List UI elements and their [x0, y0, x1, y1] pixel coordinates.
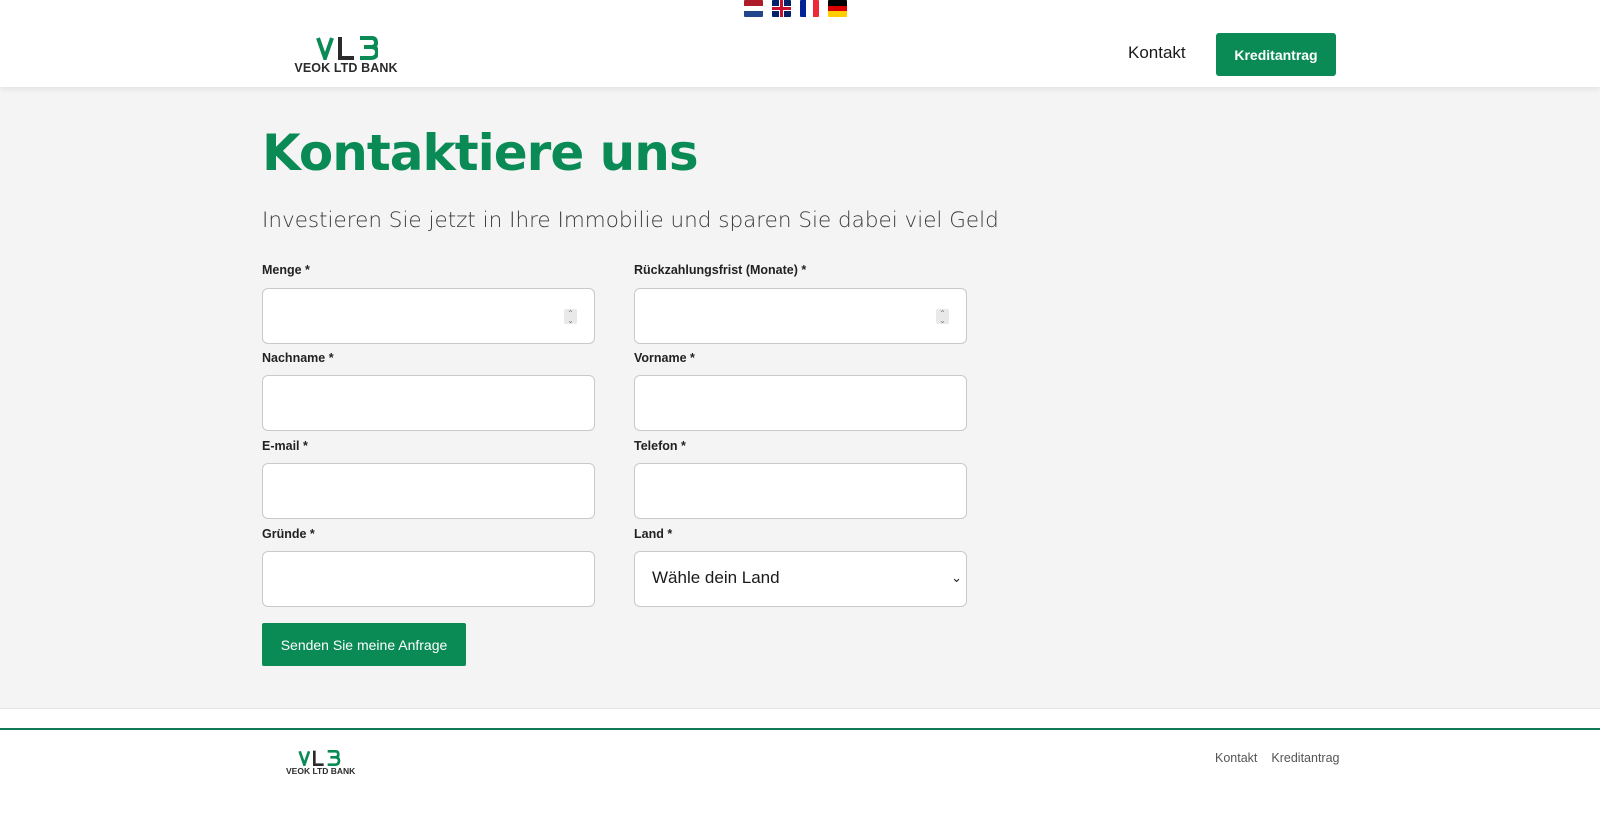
contact-section: Kontaktiere uns Investieren Sie jetzt in… — [0, 87, 1600, 709]
reasons-input[interactable] — [262, 551, 595, 607]
flag-germany-icon[interactable] — [828, 0, 847, 17]
flag-uk-icon[interactable] — [772, 0, 791, 17]
term-input[interactable]: ⌃ ⌄ — [634, 288, 967, 344]
term-label: Rückzahlungsfrist (Monate) * — [634, 263, 807, 277]
firstname-input[interactable] — [634, 375, 967, 431]
flag-netherlands-icon[interactable] — [744, 0, 763, 17]
number-spinner-icon[interactable]: ⌃ ⌄ — [564, 309, 577, 325]
credit-application-button[interactable]: Kreditantrag — [1216, 33, 1336, 76]
email-label: E-mail * — [262, 439, 308, 453]
amount-input[interactable]: ⌃ ⌄ — [262, 288, 595, 344]
flag-france-icon[interactable] — [800, 0, 819, 17]
amount-label: Menge * — [262, 263, 310, 277]
logo-text: VEOK LTD BANK — [294, 61, 398, 75]
site-header: VEOK LTD BANK Kontakt Kreditantrag — [0, 0, 1600, 87]
email-input[interactable] — [262, 463, 595, 519]
footer-divider — [0, 728, 1600, 730]
footer-credit-link[interactable]: Kreditantrag — [1271, 751, 1339, 765]
bank-logo[interactable]: VEOK LTD BANK — [294, 36, 398, 76]
country-label: Land * — [634, 527, 673, 541]
language-switcher — [744, 0, 847, 17]
vlb-logo-icon — [316, 36, 378, 60]
vlb-logo-icon — [298, 750, 341, 766]
number-spinner-icon[interactable]: ⌃ ⌄ — [936, 309, 949, 325]
phone-input[interactable] — [634, 463, 967, 519]
firstname-label: Vorname * — [634, 351, 695, 365]
country-select[interactable]: Wähle dein Land ⌄ — [634, 551, 967, 607]
page-subtitle: Investieren Sie jetzt in Ihre Immobilie … — [262, 208, 999, 233]
footer-contact-link[interactable]: Kontakt — [1215, 751, 1257, 765]
lastname-input[interactable] — [262, 375, 595, 431]
page-title: Kontaktiere uns — [262, 124, 699, 182]
reasons-label: Gründe * — [262, 527, 315, 541]
country-select-value: Wähle dein Land — [652, 568, 780, 587]
footer-nav: Kontakt Kreditantrag — [1215, 751, 1340, 765]
phone-label: Telefon * — [634, 439, 686, 453]
nav-contact-link[interactable]: Kontakt — [1128, 43, 1186, 63]
chevron-down-icon: ⌄ — [951, 571, 962, 586]
submit-button[interactable]: Senden Sie meine Anfrage — [262, 623, 466, 666]
footer-logo[interactable]: VEOK LTD BANK — [286, 750, 356, 776]
lastname-label: Nachname * — [262, 351, 334, 365]
footer-logo-text: VEOK LTD BANK — [286, 766, 356, 776]
